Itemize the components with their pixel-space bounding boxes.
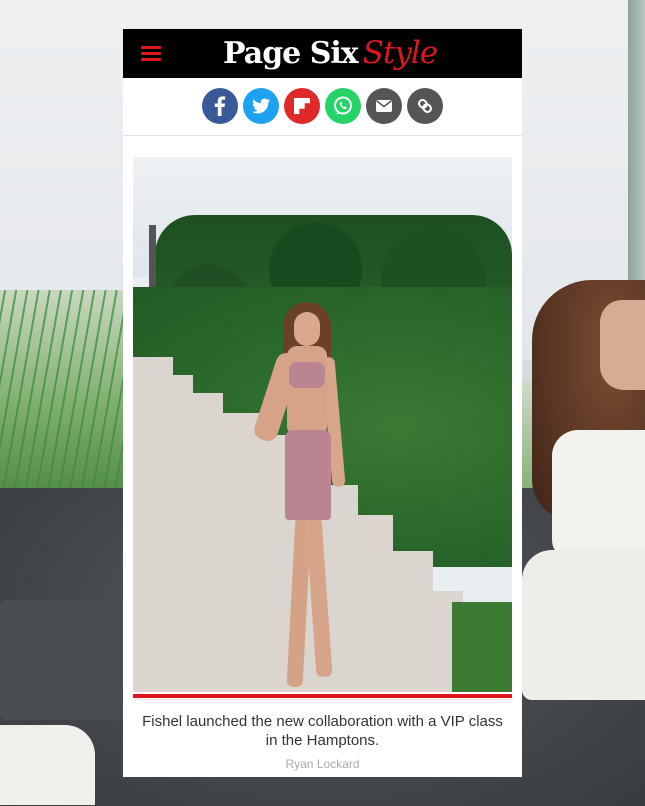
caption-divider [133, 694, 512, 698]
article-card: Page Six Style Fishel launched the new c… [123, 29, 522, 777]
background-woman-top [552, 430, 645, 560]
background-woman-pants [522, 550, 645, 700]
menu-icon[interactable] [141, 46, 161, 61]
flipboard-share-button[interactable] [284, 88, 320, 124]
caption-divider-shadow [133, 699, 512, 700]
background-sofa-arm [0, 600, 130, 720]
background-pillar [628, 0, 645, 280]
site-logo[interactable]: Page Six Style [223, 35, 438, 73]
person-torso [287, 346, 327, 436]
photo-caption: Fishel launched the new collaboration wi… [142, 713, 503, 749]
flipboard-icon [294, 98, 310, 114]
logo-accent-text: Style [362, 35, 438, 71]
person-shorts [285, 430, 331, 520]
facebook-icon [214, 96, 226, 116]
article-photo[interactable] [133, 157, 512, 692]
twitter-icon [252, 98, 270, 114]
whatsapp-share-button[interactable] [325, 88, 361, 124]
twitter-share-button[interactable] [243, 88, 279, 124]
background-woman-face [600, 300, 645, 390]
photo-lawn [452, 602, 512, 692]
person-top [289, 362, 325, 388]
photo-credit: Ryan Lockard [285, 757, 360, 771]
background-grass [0, 290, 140, 500]
copy-link-button[interactable] [407, 88, 443, 124]
person-face [294, 312, 320, 346]
facebook-share-button[interactable] [202, 88, 238, 124]
photo-lamp-post [149, 225, 156, 295]
masthead: Page Six Style [123, 29, 522, 78]
email-share-button[interactable] [366, 88, 402, 124]
logo-main-text: Page Six [223, 36, 359, 71]
envelope-icon [376, 100, 392, 112]
link-icon [418, 99, 432, 113]
background-woman [522, 280, 645, 710]
photo-person [243, 302, 363, 692]
share-bar [123, 78, 522, 136]
background-arm [0, 725, 95, 805]
person-leg-right [305, 516, 333, 678]
whatsapp-icon [334, 96, 352, 115]
